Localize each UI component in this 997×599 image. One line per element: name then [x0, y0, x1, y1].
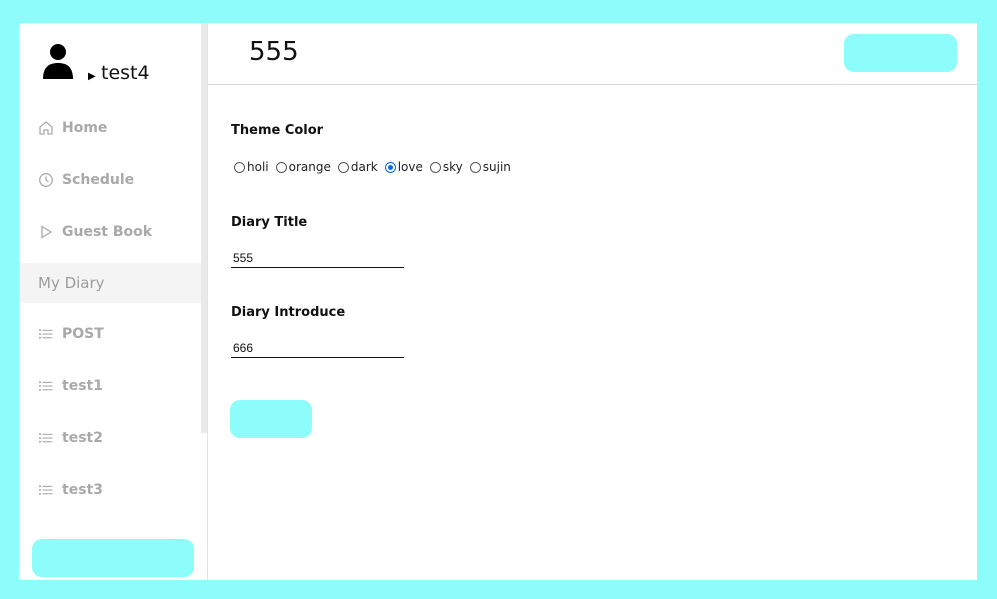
sidebar-item-label: Guest Book	[62, 224, 153, 240]
theme-option-label: orange	[288, 160, 331, 174]
sidebar-item-test2[interactable]: test2	[19, 418, 201, 458]
sidebar-item-label: My Diary	[38, 274, 105, 292]
radio-button[interactable]	[337, 161, 349, 173]
sidebar-item-post[interactable]: POST	[19, 314, 201, 354]
sidebar-item-guest-book[interactable]: Guest Book	[19, 212, 201, 252]
radio-button[interactable]	[429, 161, 441, 173]
sidebar-scrollbar[interactable]	[201, 23, 207, 433]
sidebar-item-my-diary[interactable]: My Diary	[19, 263, 201, 303]
radio-button-selected[interactable]	[384, 161, 396, 173]
diary-introduce-label: Diary Introduce	[231, 305, 346, 320]
diary-introduce-input[interactable]	[231, 338, 404, 358]
diary-settings-form: Theme Color holi orange dark love sky su…	[230, 23, 951, 580]
sidebar-item-label: Schedule	[62, 172, 135, 188]
theme-option-label: dark	[350, 160, 378, 174]
theme-color-label: Theme Color	[231, 123, 324, 138]
user-avatar-icon	[43, 44, 73, 79]
diary-title-input[interactable]	[231, 248, 404, 268]
sidebar-action-button[interactable]	[32, 539, 194, 577]
sidebar-item-test1[interactable]: test1	[19, 366, 201, 406]
sidebar-item-label: test1	[62, 378, 103, 394]
sidebar-item-schedule[interactable]: Schedule	[19, 160, 201, 200]
theme-color-options: holi orange dark love sky sujin	[234, 160, 518, 174]
list-icon	[38, 430, 54, 446]
caret-right-icon: ▶	[88, 71, 96, 82]
theme-option-label: sujin	[482, 160, 511, 174]
list-icon	[38, 326, 54, 342]
theme-option-label: love	[397, 160, 423, 174]
theme-option-orange[interactable]: orange	[275, 160, 331, 174]
radio-button[interactable]	[234, 161, 245, 173]
app-frame: ▶ test4 Home Schedule Guest Book My Diar…	[19, 23, 977, 580]
sidebar-item-label: test3	[62, 482, 103, 498]
play-icon	[38, 224, 54, 240]
sidebar-item-test3[interactable]: test3	[19, 470, 201, 510]
list-icon	[38, 482, 54, 498]
radio-button[interactable]	[469, 161, 481, 173]
clock-icon	[38, 172, 54, 188]
theme-option-dark[interactable]: dark	[337, 160, 378, 174]
theme-option-label: sky	[442, 160, 463, 174]
sidebar-item-label: test2	[62, 430, 103, 446]
username: test4	[101, 62, 150, 84]
theme-option-sujin[interactable]: sujin	[469, 160, 511, 174]
radio-button[interactable]	[275, 161, 287, 173]
theme-option-sky[interactable]: sky	[429, 160, 463, 174]
sidebar: ▶ test4 Home Schedule Guest Book My Diar…	[19, 23, 208, 580]
list-icon	[38, 378, 54, 394]
home-icon	[38, 120, 54, 136]
theme-option-holi[interactable]: holi	[234, 160, 269, 174]
sidebar-item-label: POST	[62, 326, 104, 342]
diary-title-label: Diary Title	[231, 215, 308, 230]
sidebar-item-label: Home	[62, 120, 108, 136]
save-button[interactable]	[230, 400, 312, 438]
sidebar-item-home[interactable]: Home	[19, 108, 201, 148]
theme-option-label: holi	[247, 160, 269, 174]
theme-option-love[interactable]: love	[384, 160, 423, 174]
